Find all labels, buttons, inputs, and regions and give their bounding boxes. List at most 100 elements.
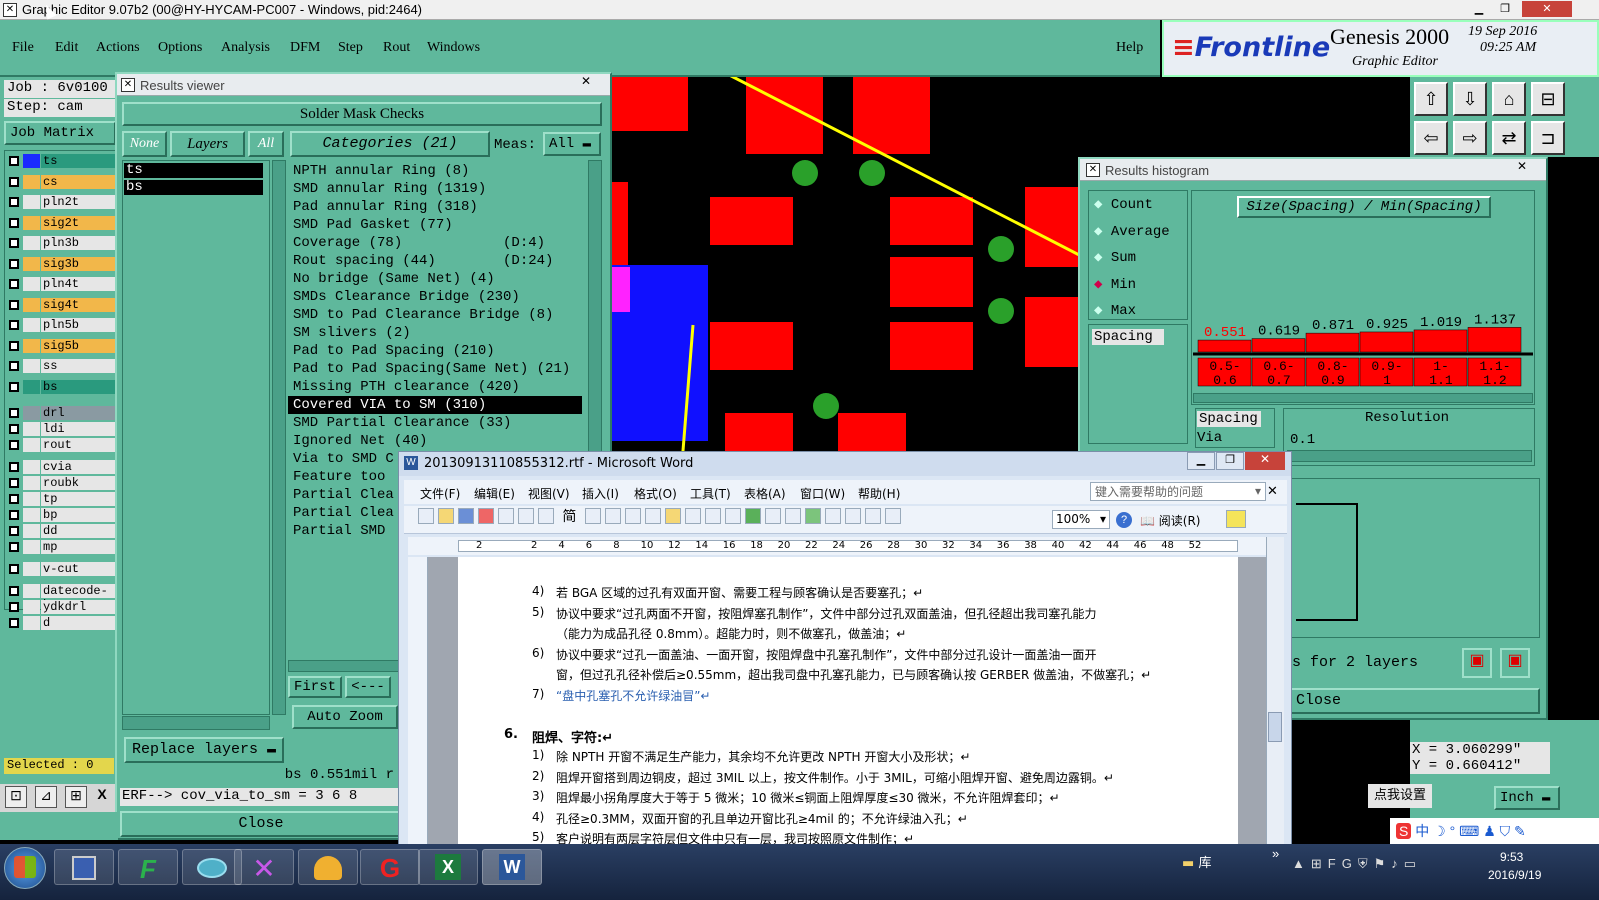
layer-row-cs[interactable]: cs xyxy=(7,174,115,189)
hyperlink-icon[interactable] xyxy=(744,508,761,524)
layer-checkbox[interactable] xyxy=(9,440,19,450)
shirt-icon[interactable]: ⛉ xyxy=(1500,823,1511,839)
spell-icon[interactable] xyxy=(584,508,601,524)
word-menu-item[interactable]: 插入(I) xyxy=(582,485,619,502)
menu-file[interactable]: File xyxy=(12,40,34,56)
taskbar-red-app[interactable]: G xyxy=(360,849,420,885)
type-spacing[interactable]: Spacing xyxy=(1092,329,1164,345)
layer-list-scrollbar[interactable] xyxy=(272,160,286,715)
swap-icon[interactable]: ⇄ xyxy=(1492,121,1526,155)
moon-icon[interactable]: ☽ xyxy=(1433,823,1446,839)
tray-monitor-icon[interactable]: ▭ xyxy=(1404,856,1422,871)
check-item[interactable]: SMD Pad Gasket (77) xyxy=(288,216,582,234)
histogram-action-1[interactable]: ▣ xyxy=(1462,648,1492,678)
insert-table-icon[interactable] xyxy=(784,508,801,524)
layer-checkbox[interactable] xyxy=(9,258,19,269)
measure-icon[interactable]: ⊿ xyxy=(35,786,57,808)
units-select[interactable]: Inch ▬ xyxy=(1494,786,1560,810)
word-menu-item[interactable]: 文件(F) xyxy=(420,485,460,502)
histogram-close-button[interactable]: Close xyxy=(1290,688,1540,714)
columns-icon[interactable] xyxy=(824,508,841,524)
check-item[interactable]: SMD to Pad Clearance Bridge (8) xyxy=(288,306,582,324)
taskbar-genesis-app[interactable]: ✕ xyxy=(234,849,294,885)
layer-checkbox[interactable] xyxy=(9,586,19,596)
replace-layers-button[interactable]: Replace layers ▬ xyxy=(124,737,284,763)
hist-option-count[interactable]: ◆ Count xyxy=(1094,196,1153,213)
layer-checkbox[interactable] xyxy=(9,408,19,418)
keyboard-icon[interactable]: ⌨ xyxy=(1459,823,1479,839)
word-minimize[interactable]: ▁ xyxy=(1187,452,1215,470)
layer-row-bp[interactable]: bp xyxy=(7,508,115,522)
simplified-chinese-button[interactable]: 简 xyxy=(562,509,576,525)
word-vscrollbar[interactable] xyxy=(1266,537,1284,844)
layer-checkbox[interactable] xyxy=(9,510,19,520)
check-item[interactable]: Coverage (78) (D:4) xyxy=(288,234,582,252)
menu-step[interactable]: Step xyxy=(338,40,363,56)
prev-button[interactable]: <--- xyxy=(345,676,391,698)
check-item[interactable]: Missing PTH clearance (420) xyxy=(288,378,582,396)
arrow-right-icon[interactable]: ⇨ xyxy=(1453,121,1487,155)
layer-row-sig3b[interactable]: sig3b xyxy=(7,256,115,271)
layer-row-roubk[interactable]: roubk xyxy=(7,476,115,490)
first-button[interactable]: First xyxy=(288,676,342,698)
results-close-button[interactable]: Close xyxy=(120,811,402,837)
word-close[interactable]: ✕ xyxy=(1245,452,1285,470)
layer-row-pln3b[interactable]: pln3b xyxy=(7,236,115,250)
open-icon[interactable] xyxy=(438,508,454,524)
histogram-close[interactable]: ✕ xyxy=(1502,159,1542,175)
sel-via[interactable]: Via xyxy=(1197,430,1222,446)
menu-dfm[interactable]: DFM xyxy=(290,40,320,56)
read-mode-button[interactable]: 📖 阅读(R) xyxy=(1140,512,1200,529)
tool-icon[interactable]: ✎ xyxy=(1514,823,1526,839)
layer-checkbox[interactable] xyxy=(9,478,19,488)
user-icon[interactable]: ♟ xyxy=(1483,823,1496,839)
word-menu-item[interactable]: 格式(O) xyxy=(634,485,677,502)
paste-icon[interactable] xyxy=(664,508,681,524)
tray-app-icon[interactable]: ▲ xyxy=(1292,856,1311,871)
menu-analysis[interactable]: Analysis xyxy=(221,40,270,56)
auto-zoom-button[interactable]: Auto Zoom xyxy=(292,705,398,729)
layer-row-dd[interactable]: dd xyxy=(7,524,115,538)
check-item[interactable]: SMDs Clearance Bridge (230) xyxy=(288,288,582,306)
layer-row-ldi[interactable]: ldi xyxy=(7,422,115,436)
none-button[interactable]: None xyxy=(122,131,167,157)
layer-row-v-cut[interactable]: v-cut xyxy=(7,562,115,576)
menu-actions[interactable]: Actions xyxy=(96,40,140,56)
tray-shield-icon[interactable]: ⛨ xyxy=(1358,856,1374,871)
zoom-select[interactable]: 100% ▾ xyxy=(1052,510,1110,529)
permission-icon[interactable] xyxy=(478,508,494,524)
taskbar-excel-app[interactable]: X xyxy=(418,849,478,885)
word-menu-item[interactable]: 视图(V) xyxy=(528,485,570,502)
layer-row-pln4t[interactable]: pln4t xyxy=(7,277,115,291)
taskbar-viewer-app[interactable] xyxy=(182,849,242,885)
layer-checkbox[interactable] xyxy=(9,602,19,612)
check-item[interactable]: SMD annular Ring (1319) xyxy=(288,180,582,198)
histogram-hscrollbar[interactable] xyxy=(1193,393,1533,403)
histogram-action-2[interactable]: ▣ xyxy=(1500,648,1530,678)
save-icon[interactable] xyxy=(458,508,474,524)
layers-button[interactable]: Layers xyxy=(170,131,245,157)
insert-excel-icon[interactable] xyxy=(804,508,821,524)
email-icon[interactable] xyxy=(498,508,514,524)
layer-row-pln2t[interactable]: pln2t xyxy=(7,195,115,209)
arrow-left-icon[interactable]: ⇦ xyxy=(1414,121,1448,155)
research-icon[interactable] xyxy=(604,508,621,524)
check-item[interactable]: SM slivers (2) xyxy=(288,324,582,342)
snap-icon[interactable]: ⊐ xyxy=(1531,121,1565,155)
layer-row-datecode-bs[interactable]: datecode-bs xyxy=(7,584,115,612)
word-menu-item[interactable]: 工具(T) xyxy=(690,485,731,502)
layer-row-tp[interactable]: tp xyxy=(7,492,115,506)
cut-icon[interactable] xyxy=(624,508,641,524)
library-toolbar[interactable]: ▬ 库 xyxy=(1182,852,1211,871)
layer-checkbox[interactable] xyxy=(9,361,19,371)
check-item[interactable]: Pad annular Ring (318) xyxy=(288,198,582,216)
tray-network-icon[interactable]: ⊞ xyxy=(1311,856,1328,871)
menu-rout[interactable]: Rout xyxy=(383,40,410,56)
hist-option-average[interactable]: ◆ Average xyxy=(1094,223,1170,240)
layer-list-hscrollbar[interactable] xyxy=(122,716,270,730)
word-menu-item[interactable]: 编辑(E) xyxy=(474,485,515,502)
home-icon[interactable]: ⌂ xyxy=(1492,82,1526,116)
layer-row-bs[interactable]: bs xyxy=(7,379,115,394)
document-map-icon[interactable] xyxy=(864,508,881,524)
check-item[interactable]: NPTH annular Ring (8) xyxy=(288,162,582,180)
